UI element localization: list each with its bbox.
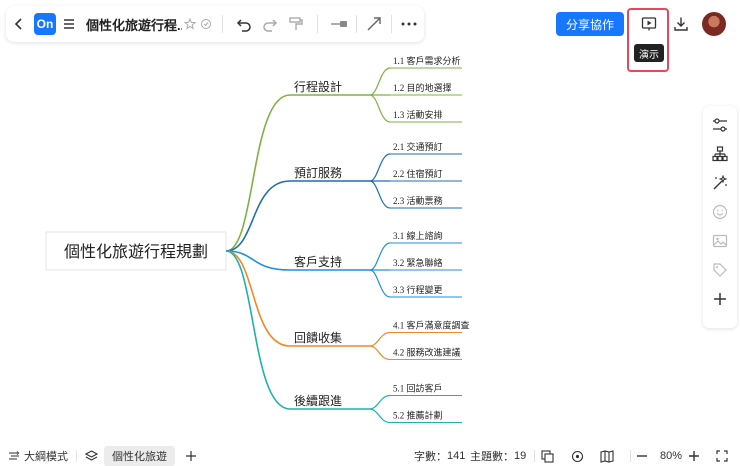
mindmap[interactable]: 個性化旅遊行程規劃 行程設計 1.1 客戶需求分析 1.2 目的地選擇 1.3 活動安排… [0, 48, 700, 440]
map-view-icon[interactable] [600, 449, 614, 463]
subtopic-connector[interactable] [369, 67, 391, 96]
root-topic[interactable]: 個性化旅遊行程規劃 [64, 243, 208, 261]
outline-mode-icon [9, 451, 20, 460]
mindmap-canvas[interactable]: 個性化旅遊行程規劃 行程設計 1.1 客戶需求分析 1.2 目的地選擇 1.3 活動安排… [0, 48, 700, 440]
divider [222, 15, 223, 33]
emoji-icon[interactable] [707, 199, 733, 225]
sheet-tab[interactable]: 個性化旅遊 [104, 446, 175, 466]
image-icon[interactable] [707, 228, 733, 254]
subtopic[interactable]: 2.1 交通預訂 [393, 141, 443, 152]
branch-topic[interactable]: 回饋收集 [294, 330, 342, 345]
add-icon[interactable] [707, 286, 733, 312]
sheets-icon[interactable] [85, 449, 98, 463]
zoom-level[interactable]: 80% [660, 450, 682, 462]
word-count: 字數： 141 [414, 448, 465, 464]
star-icon[interactable] [182, 11, 198, 37]
branch-connector[interactable] [225, 180, 291, 252]
subtopic[interactable]: 4.1 客戶滿意度調查 [393, 320, 470, 331]
structure-icon[interactable] [707, 141, 733, 167]
undo-icon[interactable] [231, 11, 257, 37]
divider [534, 450, 535, 462]
add-topic-icon[interactable] [326, 11, 352, 37]
top-toolbar: On 個性化旅遊行程... [6, 6, 424, 42]
outline-mode-label: 大綱模式 [24, 451, 68, 463]
share-button[interactable]: 分享協作 [556, 12, 625, 36]
add-sheet-icon[interactable] [185, 450, 197, 462]
fullscreen-icon[interactable] [716, 450, 728, 462]
menu-icon[interactable] [56, 11, 82, 37]
format-painter-icon[interactable] [283, 11, 309, 37]
subtopic-connector[interactable] [369, 345, 391, 361]
divider [317, 15, 318, 33]
subtopic[interactable]: 2.2 住宿預訂 [393, 168, 443, 179]
subtopic-connector[interactable] [369, 269, 391, 298]
topic-count-label: 主題數： [470, 451, 514, 463]
subtopic[interactable]: 1.2 目的地選擇 [393, 82, 452, 93]
branch-topic[interactable]: 行程設計 [294, 79, 342, 94]
word-count-label: 字數： [414, 451, 447, 463]
word-count-value: 141 [447, 450, 466, 462]
divider [630, 450, 631, 462]
subtopic-connector[interactable] [369, 180, 391, 209]
divider [76, 450, 77, 462]
bottom-status-bar: 大綱模式 個性化旅遊 字數： 141 主題數： 19 80% [0, 446, 740, 466]
sync-status-icon [198, 11, 214, 37]
style-settings-icon[interactable] [707, 112, 733, 138]
download-icon[interactable] [668, 11, 694, 37]
subtopic[interactable]: 1.3 活動安排 [393, 109, 443, 120]
more-options-icon[interactable] [396, 11, 422, 37]
branch-connector[interactable] [225, 250, 291, 271]
magic-sparkle-icon[interactable] [707, 170, 733, 196]
app-logo[interactable]: On [34, 13, 56, 35]
center-view-icon[interactable] [571, 450, 584, 463]
subtopic-connector[interactable] [369, 394, 391, 410]
redo-icon[interactable] [257, 11, 283, 37]
subtopic[interactable]: 5.2 推薦計劃 [393, 410, 443, 421]
avatar[interactable] [702, 12, 727, 36]
topic-count-value: 19 [514, 450, 527, 462]
branch-connector[interactable] [225, 250, 291, 410]
subtopic-connector[interactable] [369, 94, 391, 123]
back-icon[interactable] [6, 11, 32, 37]
subtopic[interactable]: 1.1 客戶需求分析 [393, 55, 461, 66]
zoom-in-icon[interactable] [688, 450, 700, 462]
right-toolbar [703, 106, 737, 328]
subtopic[interactable]: 5.1 回訪客戶 [393, 383, 443, 394]
branch-connector[interactable] [225, 250, 291, 347]
branch-topic[interactable]: 後續跟進 [294, 393, 342, 408]
subtopic[interactable]: 3.3 行程變更 [393, 284, 443, 295]
subtopic-connector[interactable] [369, 408, 391, 424]
subtopic-connector[interactable] [369, 331, 391, 347]
branch-topic[interactable]: 客戶支持 [294, 254, 342, 269]
zoom-out-icon[interactable] [636, 450, 648, 462]
branch-topic[interactable]: 預訂服務 [294, 165, 342, 180]
tag-icon[interactable] [707, 257, 733, 283]
document-title[interactable]: 個性化旅遊行程... [86, 15, 182, 34]
fit-view-icon[interactable] [541, 449, 554, 463]
subtopic-connector[interactable] [369, 153, 391, 182]
topic-count: 主題數： 19 [470, 448, 526, 464]
divider [356, 15, 357, 33]
divider [391, 15, 392, 33]
subtopic[interactable]: 2.3 活動票務 [393, 195, 443, 206]
subtopic[interactable]: 4.2 服務改進建議 [393, 347, 461, 358]
branch-connector[interactable] [225, 94, 291, 252]
outline-mode-button[interactable]: 大綱模式 [8, 448, 68, 464]
subtopic-connector[interactable] [369, 242, 391, 271]
subtopic[interactable]: 3.1 線上諮詢 [393, 230, 443, 241]
relationship-arrow-icon[interactable] [361, 11, 387, 37]
subtopic[interactable]: 3.2 緊急聯絡 [393, 257, 443, 268]
